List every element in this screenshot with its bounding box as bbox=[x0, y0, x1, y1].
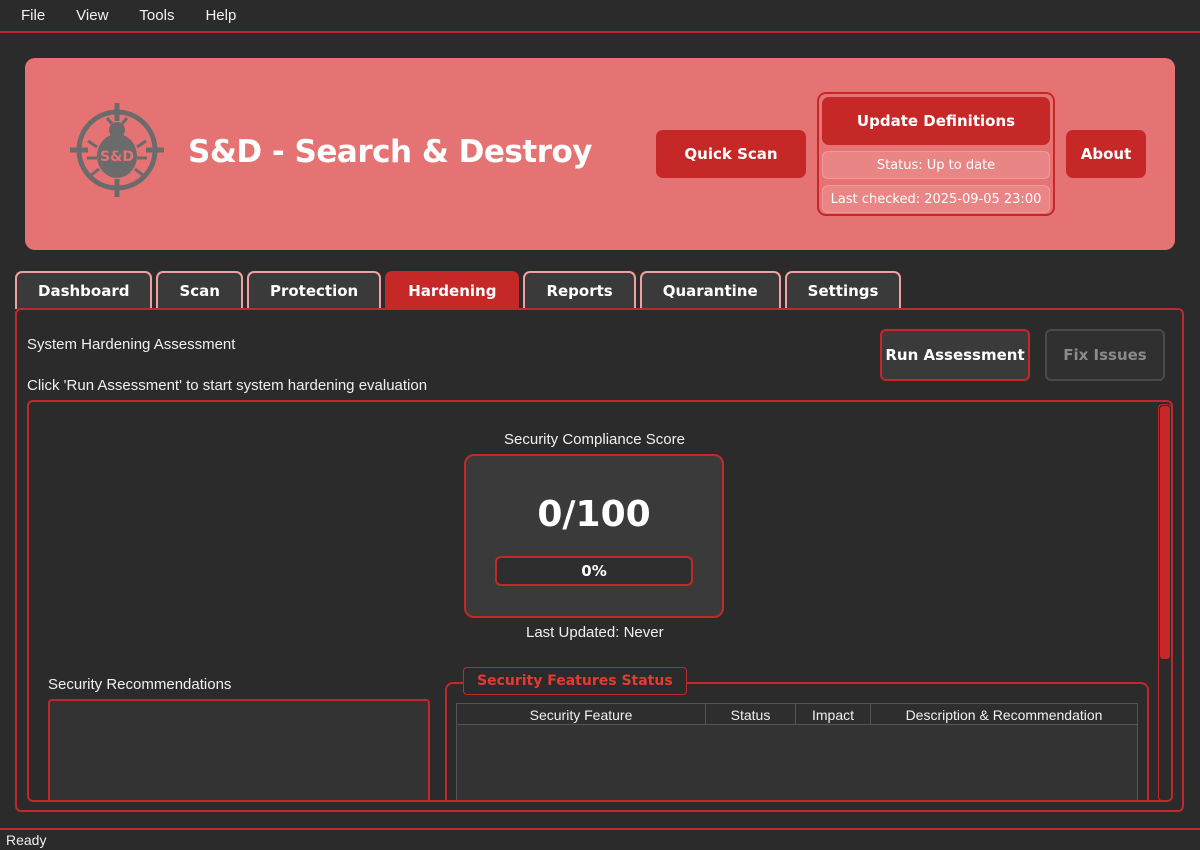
tab-protection[interactable]: Protection bbox=[246, 271, 382, 309]
recommendations-label: Security Recommendations bbox=[48, 676, 232, 693]
last-updated: Last Updated: Never bbox=[526, 624, 664, 641]
recommendations-list[interactable] bbox=[48, 699, 430, 800]
tab-reports[interactable]: Reports bbox=[523, 271, 636, 309]
tab-hardening[interactable]: Hardening bbox=[385, 271, 520, 309]
score-progress-bar: 0% bbox=[495, 556, 693, 586]
scrollbar-handle[interactable] bbox=[1160, 406, 1170, 659]
fix-issues-button[interactable]: Fix Issues bbox=[1045, 329, 1165, 381]
progress-text: 0% bbox=[581, 562, 607, 580]
tab-scan[interactable]: Scan bbox=[156, 271, 243, 309]
status-bar: Ready bbox=[0, 828, 1200, 850]
app-title: S&D - Search & Destroy bbox=[188, 134, 593, 170]
menu-bar: File View Tools Help bbox=[0, 0, 1200, 33]
tab-settings[interactable]: Settings bbox=[784, 271, 902, 309]
quick-scan-button[interactable]: Quick Scan bbox=[656, 130, 806, 178]
run-assessment-button[interactable]: Run Assessment bbox=[880, 329, 1030, 381]
security-features-title: Security Features Status bbox=[463, 667, 687, 695]
column-security-feature[interactable]: Security Feature bbox=[457, 704, 706, 725]
tab-dashboard[interactable]: Dashboard bbox=[15, 271, 153, 309]
score-value: 0/100 bbox=[537, 494, 651, 535]
hardening-panel: System Hardening Assessment Click 'Run A… bbox=[15, 308, 1184, 812]
definitions-status: Status: Up to date bbox=[822, 151, 1050, 179]
update-definitions-group: Update Definitions Status: Up to date La… bbox=[817, 92, 1055, 216]
menu-tools[interactable]: Tools bbox=[128, 7, 185, 24]
definitions-last-checked: Last checked: 2025-09-05 23:00 bbox=[822, 185, 1050, 213]
menu-view[interactable]: View bbox=[65, 7, 119, 24]
bug-crosshair-icon: S&D bbox=[70, 103, 164, 197]
security-features-table[interactable]: Security Feature Status Impact Descripti… bbox=[456, 703, 1138, 800]
panel-title: System Hardening Assessment bbox=[27, 336, 236, 353]
panel-hint: Click 'Run Assessment' to start system h… bbox=[27, 377, 428, 394]
tab-bar: Dashboard Scan Protection Hardening Repo… bbox=[15, 271, 905, 309]
score-label: Security Compliance Score bbox=[504, 431, 685, 448]
vertical-scrollbar[interactable] bbox=[1158, 404, 1171, 800]
header-banner: S&D S&D - Search & Destroy Quick Scan Up… bbox=[25, 58, 1175, 250]
update-definitions-button[interactable]: Update Definitions bbox=[822, 97, 1050, 145]
score-card: 0/100 0% bbox=[464, 454, 724, 618]
menu-file[interactable]: File bbox=[10, 7, 56, 24]
column-impact[interactable]: Impact bbox=[796, 704, 871, 725]
table-header: Security Feature Status Impact Descripti… bbox=[457, 704, 1137, 725]
column-description[interactable]: Description & Recommendation bbox=[871, 704, 1137, 725]
about-button[interactable]: About bbox=[1066, 130, 1146, 178]
column-status[interactable]: Status bbox=[706, 704, 796, 725]
tab-quarantine[interactable]: Quarantine bbox=[639, 271, 781, 309]
menu-help[interactable]: Help bbox=[194, 7, 247, 24]
svg-text:S&D: S&D bbox=[100, 149, 134, 165]
assessment-scroll-area[interactable]: Security Compliance Score 0/100 0% Last … bbox=[27, 400, 1173, 802]
